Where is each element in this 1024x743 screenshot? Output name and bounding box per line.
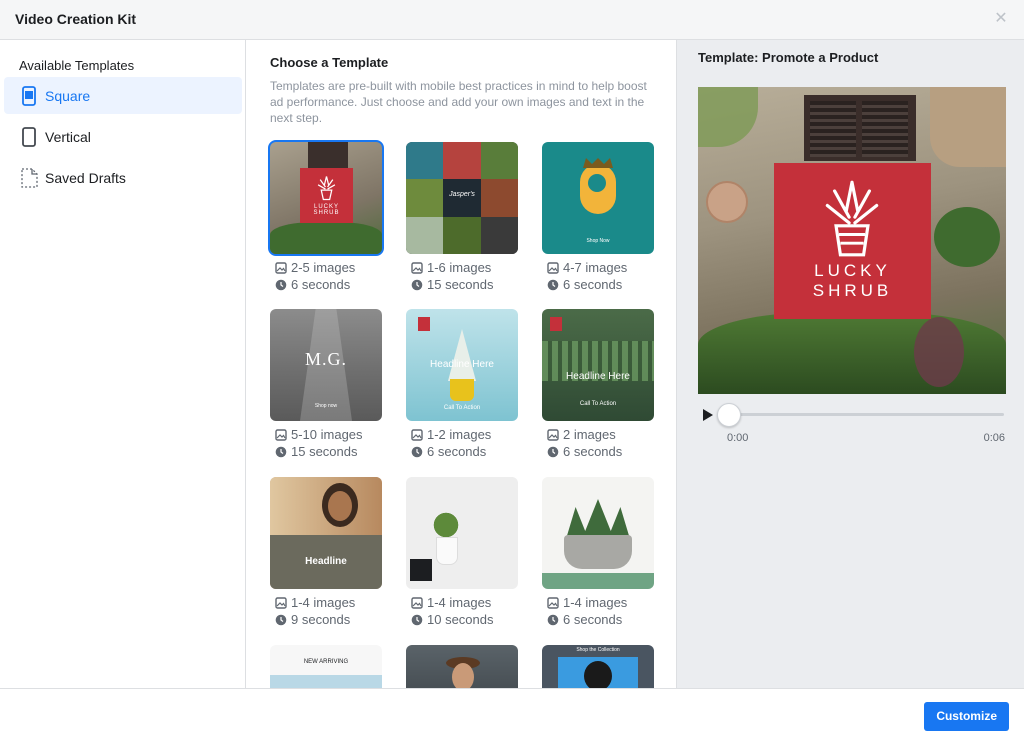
clock-icon [274,613,288,627]
template-overlay-text: Shop now [314,403,338,409]
section-description: Templates are pre-built with mobile best… [270,79,647,125]
image-icon [410,261,424,275]
template-overlay-text: Call To Action [443,405,481,411]
template-overlay-text: M.G. [304,349,347,369]
templates-sidebar: Available Templates Square Vertical Save… [0,40,246,688]
clock-icon [410,613,424,627]
modal-footer: Customize [0,688,1024,743]
clock-icon [546,445,560,459]
template-meta: 1-4 images 9 seconds [270,594,382,628]
template-thumbnail: LUCKY SHRUB [268,140,384,256]
template-thumbnail: NEW ARRIVING [270,645,382,688]
template-gallery: Choose a Template Templates are pre-buil… [246,40,676,688]
image-icon [410,428,424,442]
template-card[interactable]: Shop the Collection [542,645,654,688]
template-meta: 1-6 images 15 seconds [406,259,518,293]
sidebar-item-saved-drafts[interactable]: Saved Drafts [4,159,242,196]
vertical-phone-icon [17,126,41,147]
template-card[interactable]: Jasper's 1-6 images 15 seconds [406,142,518,293]
template-meta: 1-2 images 6 seconds [406,426,518,460]
image-icon [274,428,288,442]
image-icon [410,596,424,610]
square-phone-icon [17,85,41,106]
sidebar-item-label: Saved Drafts [45,169,126,186]
document-icon [17,167,41,188]
preview-title: Template: Promote a Product [698,50,879,65]
template-meta: 4-7 images 6 seconds [542,259,654,293]
close-icon[interactable]: ✕ [992,10,1010,28]
section-title: Choose a Template [270,55,389,70]
template-overlay-text: Call To Action [579,401,617,407]
sidebar-item-label: Square [45,87,91,104]
template-preview-panel: Template: Promote a Product LUCKY SHRUB … [676,40,1024,688]
sidebar-item-square[interactable]: Square [4,77,242,114]
template-overlay-text: Jasper's [449,191,475,198]
image-icon [546,261,560,275]
clock-icon [274,278,288,292]
template-thumbnail [542,477,654,589]
template-thumbnail: M.G. Shop now [270,309,382,421]
preview-video[interactable]: LUCKY SHRUB [698,87,1006,394]
template-meta: 2-5 images 6 seconds [270,259,382,293]
template-thumbnail: Shop Now [542,142,654,254]
template-card[interactable]: 1-4 images 10 seconds [406,477,518,628]
video-scrubber-handle[interactable] [717,403,741,427]
template-meta: 1-4 images 10 seconds [406,594,518,628]
clock-icon [546,278,560,292]
customize-button[interactable]: Customize [924,702,1009,731]
template-overlay-text: NEW ARRIVING [303,659,349,665]
template-thumbnail: Headline [270,477,382,589]
template-overlay-text: Headline Here [566,371,630,382]
sidebar-item-vertical[interactable]: Vertical [4,118,242,155]
image-icon [274,596,288,610]
template-overlay-text: LUCKY SHRUB [313,204,340,216]
clock-icon [274,445,288,459]
template-card[interactable]: NEW ARRIVING [270,645,382,688]
template-card[interactable]: M.G. Shop now 5-10 images 15 seconds [270,309,382,460]
template-meta: 5-10 images 15 seconds [270,426,382,460]
template-overlay-text: Headline Here [430,359,494,370]
modal-title: Video Creation Kit [15,11,137,27]
play-icon[interactable] [701,408,715,422]
template-thumbnail: Shop the Collection [542,645,654,688]
template-thumbnail [406,477,518,589]
template-thumbnail: Headline Here Call To Action [542,309,654,421]
template-card[interactable]: LUCKY SHRUB 2-5 images 6 seconds [268,140,384,293]
current-time: 0:00 [727,432,749,444]
template-meta: 2 images 6 seconds [542,426,654,460]
image-icon [546,428,560,442]
sidebar-item-label: Vertical [45,128,91,145]
template-overlay-text: Headline [305,556,347,567]
template-card[interactable]: Headline 1-4 images 9 seconds [270,477,382,628]
template-meta: 1-4 images 6 seconds [542,594,654,628]
template-overlay-text: Shop Now [586,238,610,244]
template-overlay-text: Shop the Collection [576,647,620,653]
image-icon [546,596,560,610]
clock-icon [410,278,424,292]
template-card[interactable]: Headline Here Call To Action 1-2 images … [406,309,518,460]
video-progress-track[interactable] [717,413,1004,416]
template-card[interactable]: Headline Here Call To Action 2 images 6 … [542,309,654,460]
product-brand-text: LUCKY SHRUB [812,261,893,300]
template-thumbnail: Headline Here Call To Action [406,309,518,421]
plant-logo-icon [825,180,879,257]
template-thumbnail [406,645,518,688]
template-card[interactable] [406,645,518,688]
clock-icon [546,613,560,627]
plant-logo-icon [317,176,336,201]
clock-icon [410,445,424,459]
modal-header: Video Creation Kit ✕ [0,0,1024,40]
total-time: 0:06 [983,432,1005,444]
template-thumbnail: Jasper's [406,142,518,254]
template-card[interactable]: Shop Now 4-7 images 6 seconds [542,142,654,293]
sidebar-heading: Available Templates [19,58,135,73]
image-icon [274,261,288,275]
template-card[interactable]: 1-4 images 6 seconds [542,477,654,628]
